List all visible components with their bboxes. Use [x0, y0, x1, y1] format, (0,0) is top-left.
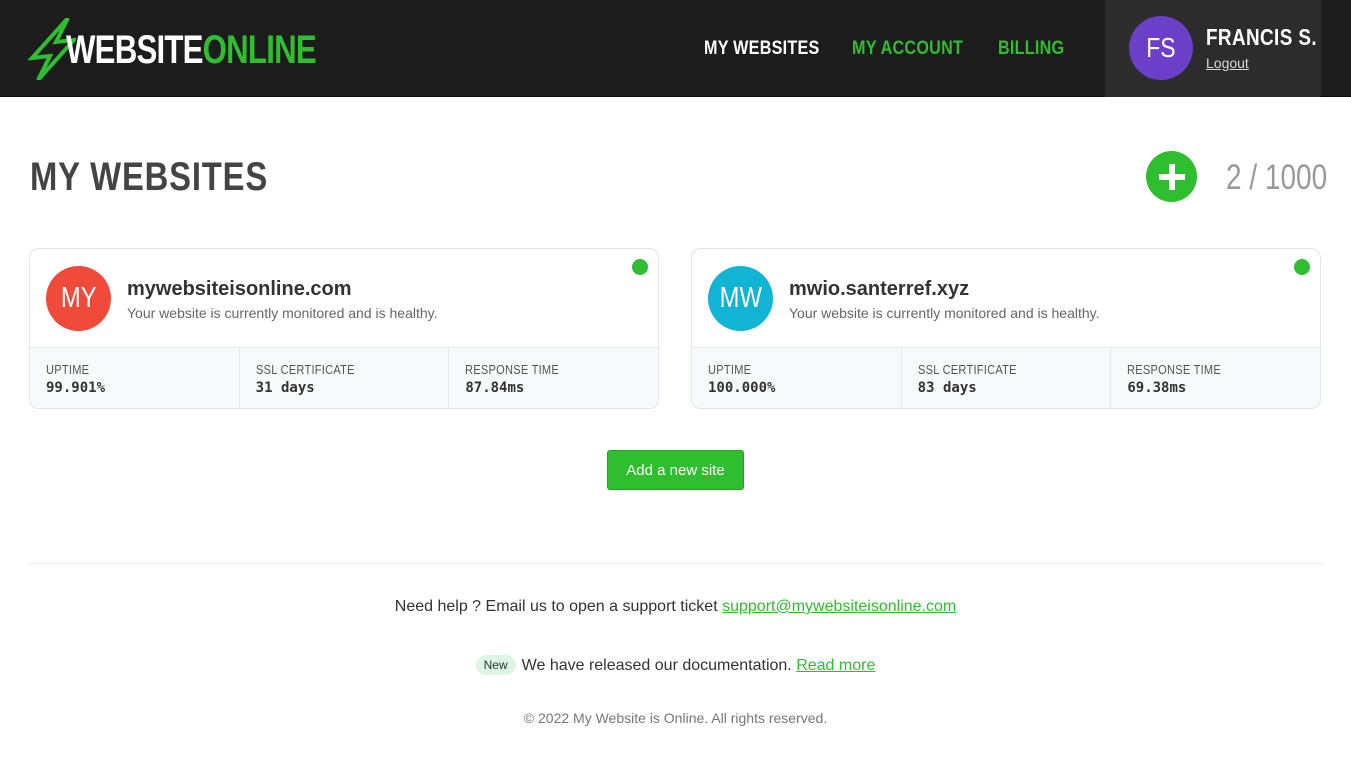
status-indicator-dot [632, 259, 648, 275]
copyright-text: © 2022 My Website is Online. All rights … [523, 710, 828, 726]
add-website-button[interactable] [1146, 151, 1197, 202]
logo[interactable]: WEBSITEONLINE [28, 18, 317, 80]
site-status-text: Your website is currently monitored and … [789, 305, 1100, 321]
site-stats: UPTIME 100.000% SSL CERTIFICATE 83 days … [692, 347, 1320, 408]
website-counter: 2 / 1000 [1226, 158, 1328, 197]
site-status-text: Your website is currently monitored and … [127, 305, 438, 321]
stat-value: 69.38ms [1127, 380, 1187, 396]
stat-ssl-certificate: SSL CERTIFICATE 31 days [240, 348, 450, 408]
site-avatar-initials: MY [60, 282, 97, 314]
stat-uptime: UPTIME 100.000% [692, 348, 902, 408]
website-card[interactable]: MW mwio.santerref.xyz Your website is cu… [691, 248, 1321, 409]
site-avatar: MY [46, 266, 111, 331]
status-indicator-dot [1294, 259, 1310, 275]
stat-value: 31 days [255, 380, 315, 396]
stat-uptime: UPTIME 99.901% [30, 348, 240, 408]
stat-label: SSL CERTIFICATE [917, 362, 1017, 377]
stat-label: RESPONSE TIME [1127, 362, 1222, 377]
footer-divider [30, 563, 1322, 564]
site-domain[interactable]: mwio.santerref.xyz [789, 278, 969, 301]
stat-label: UPTIME [708, 362, 752, 377]
stat-label: RESPONSE TIME [465, 362, 560, 377]
site-avatar: MW [708, 266, 773, 331]
nav-my-websites[interactable]: MY WEBSITES [704, 38, 820, 60]
help-text: Need help ? Email us to open a support t… [394, 598, 718, 615]
stat-response-time: RESPONSE TIME 69.38ms [1111, 348, 1320, 408]
website-card[interactable]: MY mywebsiteisonline.com Your website is… [29, 248, 659, 409]
plus-icon [1158, 163, 1185, 190]
user-avatar[interactable]: FS [1129, 16, 1193, 80]
user-name: FRANCIS S. [1206, 24, 1317, 50]
new-badge: New [475, 655, 516, 675]
news-text: We have released our documentation. [521, 657, 792, 674]
website-card-header: MW mwio.santerref.xyz Your website is cu… [692, 249, 1320, 347]
user-menu: FS FRANCIS S. Logout [1105, 0, 1321, 97]
nav-my-account[interactable]: MY ACCOUNT [852, 38, 963, 60]
support-email-link[interactable]: support@mywebsiteisonline.com [722, 598, 956, 615]
stat-value: 99.901% [46, 380, 106, 396]
stat-value: 87.84ms [465, 380, 525, 396]
top-header: WEBSITEONLINE MY WEBSITES MY ACCOUNT BIL… [0, 0, 1351, 97]
logout-link[interactable]: Logout [1206, 55, 1249, 71]
page-title: MY WEBSITES [30, 155, 269, 199]
stat-value: 83 days [917, 380, 977, 396]
help-line: Need help ? Email us to open a support t… [0, 598, 1351, 616]
stat-response-time: RESPONSE TIME 87.84ms [449, 348, 658, 408]
stat-label: SSL CERTIFICATE [255, 362, 355, 377]
logo-word-online: ONLINE [202, 28, 317, 72]
stat-ssl-certificate: SSL CERTIFICATE 83 days [902, 348, 1112, 408]
site-stats: UPTIME 99.901% SSL CERTIFICATE 31 days R… [30, 347, 658, 408]
user-avatar-initials: FS [1146, 32, 1176, 63]
stat-label: UPTIME [46, 362, 90, 377]
read-more-link[interactable]: Read more [796, 657, 875, 674]
site-avatar-initials: MW [719, 282, 762, 314]
stat-value: 100.000% [708, 380, 776, 396]
nav-billing[interactable]: BILLING [998, 38, 1064, 60]
website-card-header: MY mywebsiteisonline.com Your website is… [30, 249, 658, 347]
news-line: New We have released our documentation. R… [0, 655, 1351, 675]
logo-text: WEBSITEONLINE [66, 28, 317, 72]
add-new-site-button[interactable]: Add a new site [607, 450, 744, 490]
site-domain[interactable]: mywebsiteisonline.com [127, 278, 352, 301]
logo-word-website: WEBSITE [66, 28, 203, 72]
